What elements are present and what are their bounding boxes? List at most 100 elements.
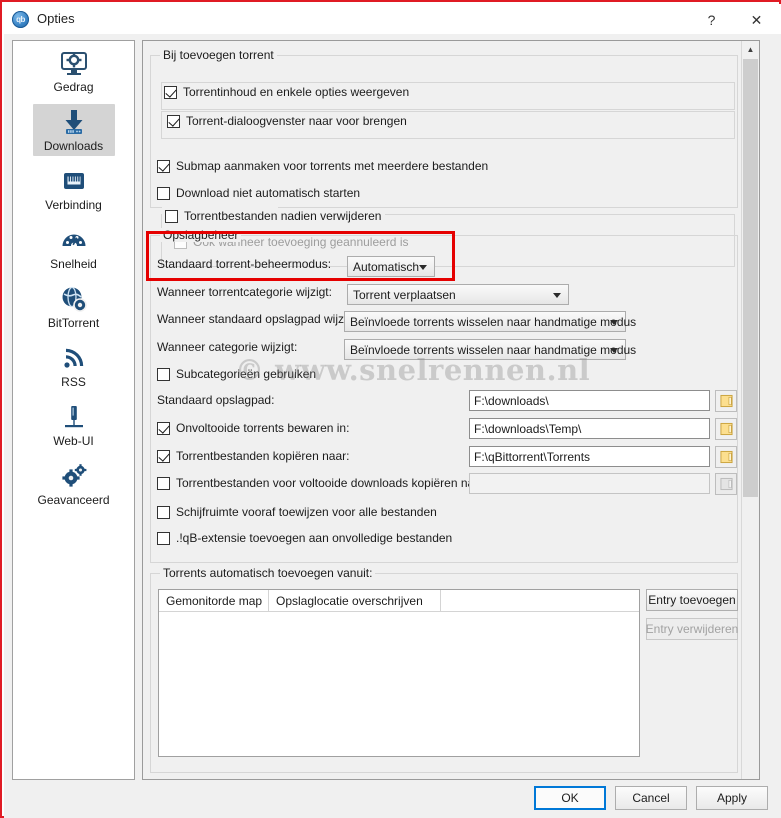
input-default-save-path[interactable]: F:\downloads\ xyxy=(469,390,710,411)
checkbox-row-copy-torrent-files[interactable]: Torrentbestanden kopiëren naar: xyxy=(157,449,349,463)
checkbox-row-preallocate-disk-space[interactable]: Schijfruimte vooraf toewijzen voor alle … xyxy=(157,505,437,519)
browse-default-save-path-button[interactable] xyxy=(715,390,737,412)
title-bar: Opties ? ✕ xyxy=(4,4,781,34)
sidebar-item-web-ui[interactable]: Web-UI xyxy=(13,395,134,454)
browse-copy-finished-torrent-files-path-button xyxy=(715,473,737,495)
qbittorrent-logo-icon xyxy=(12,11,29,28)
checkbox-row-delete-torrent-files[interactable]: Torrentbestanden nadien verwijderen xyxy=(165,208,386,224)
apply-button[interactable]: Apply xyxy=(696,786,768,810)
checkbox-label: Subcategorieën gebruiken xyxy=(176,367,317,381)
label-when-category-changes: Wanneer categorie wijzigt: xyxy=(157,340,297,354)
add-entry-button[interactable]: Entry toevoegen xyxy=(646,589,738,611)
browse-copy-torrent-files-path-button[interactable] xyxy=(715,446,737,468)
label-when-torrent-category-changes: Wanneer torrentcategorie wijzigt: xyxy=(157,285,332,299)
column-header-monitored-folder[interactable]: Gemonitorde map xyxy=(159,590,269,611)
checkbox-create-subfolder[interactable] xyxy=(157,159,170,173)
checkbox-label: Torrentinhoud en enkele opties weergeven xyxy=(183,85,410,99)
cancel-button[interactable]: Cancel xyxy=(615,786,687,810)
sidebar-item-bittorrent[interactable]: BitTorrent xyxy=(13,277,134,336)
checkbox-preallocate-disk-space[interactable] xyxy=(157,505,170,519)
checkbox-dont-start-download[interactable] xyxy=(157,186,170,200)
ok-button[interactable]: OK xyxy=(534,786,606,810)
column-header-spacer xyxy=(441,590,639,611)
vertical-scrollbar[interactable]: ▲ xyxy=(741,41,759,779)
field-label: Wanneer standaard opslagpad wijzigt: xyxy=(157,312,361,326)
field-label: Standaard torrent-beheermodus: xyxy=(157,257,332,271)
checkbox-row-append-qb-extension[interactable]: .!qB-extensie toevoegen aan onvolledige … xyxy=(157,531,452,545)
checkbox-append-qb-extension[interactable] xyxy=(157,531,170,545)
dropdown-value: Beïnvloede torrents wisselen naar handma… xyxy=(350,342,637,357)
download-arrow-icon xyxy=(59,107,89,137)
checkbox-row-use-subcategories[interactable]: Subcategorieën gebruiken xyxy=(157,367,316,381)
watch-folder-group-title: Torrents automatisch toevoegen vanuit: xyxy=(160,566,376,580)
watch-folder-table-header: Gemonitorde map Opslaglocatie overschrij… xyxy=(159,590,639,612)
sidebar-item-rss[interactable]: RSS xyxy=(13,336,134,395)
storage-management-group-title: Opslagbeheer xyxy=(160,228,242,242)
checkbox-show-torrent-content[interactable] xyxy=(164,85,177,99)
scroll-up-arrow-icon[interactable]: ▲ xyxy=(742,41,759,58)
checkbox-copy-finished-torrent-files[interactable] xyxy=(157,476,170,490)
gears-icon xyxy=(59,461,89,491)
dropdown-when-torrent-category-changes[interactable]: Torrent verplaatsen xyxy=(347,284,569,305)
sidebar-item-snelheid[interactable]: Snelheid xyxy=(13,218,134,277)
help-button[interactable]: ? xyxy=(689,6,734,34)
add-torrent-group-title: Bij toevoegen torrent xyxy=(160,48,277,62)
field-label: Standaard opslagpad: xyxy=(157,393,275,407)
checkbox-label: Submap aanmaken voor torrents met meerde… xyxy=(176,159,489,173)
watch-folder-table[interactable]: Gemonitorde map Opslaglocatie overschrij… xyxy=(158,589,640,757)
sidebar-item-label: Web-UI xyxy=(53,434,94,448)
sidebar-item-label: Gedrag xyxy=(53,80,94,94)
checkbox-row-copy-finished-torrent-files[interactable]: Torrentbestanden voor voltooide download… xyxy=(157,476,488,490)
checkbox-row-keep-incomplete-torrents[interactable]: Onvoltooide torrents bewaren in: xyxy=(157,421,349,435)
checkbox-copy-torrent-files[interactable] xyxy=(157,449,170,463)
checkbox-keep-incomplete-torrents[interactable] xyxy=(157,421,170,435)
checkbox-row-bring-dialog-to-front[interactable]: Torrent-dialoogvenster naar voor brengen xyxy=(167,114,407,128)
close-icon[interactable]: ✕ xyxy=(734,6,779,34)
chevron-down-icon xyxy=(610,347,618,353)
settings-sidebar: Gedrag Downloads Verbinding Snelheid Bit… xyxy=(12,40,135,780)
downloads-settings-panel: Bij toevoegen torrent Torrentinhoud en e… xyxy=(142,40,760,780)
checkbox-label: .!qB-extensie toevoegen aan onvolledige … xyxy=(176,531,453,545)
sidebar-item-verbinding[interactable]: Verbinding xyxy=(13,159,134,218)
sidebar-item-geavanceerd[interactable]: Geavanceerd xyxy=(13,454,134,513)
window-title: Opties xyxy=(37,11,75,26)
folder-icon xyxy=(719,477,733,491)
chevron-down-icon xyxy=(419,264,427,270)
checkbox-label: Torrentbestanden nadien verwijderen xyxy=(184,209,382,223)
dropdown-default-torrent-management-mode[interactable]: Automatisch xyxy=(347,256,435,277)
sidebar-item-label: Geavanceerd xyxy=(37,493,110,507)
web-ui-icon xyxy=(59,402,89,432)
globe-gear-icon xyxy=(59,284,89,314)
checkbox-label: Onvoltooide torrents bewaren in: xyxy=(176,421,350,435)
folder-icon xyxy=(719,422,733,436)
checkbox-label: Torrentbestanden kopiëren naar: xyxy=(176,449,350,463)
dropdown-value: Automatisch xyxy=(353,259,420,274)
scrollbar-thumb[interactable] xyxy=(743,59,758,497)
checkbox-use-subcategories[interactable] xyxy=(157,367,170,381)
checkbox-row-show-torrent-content[interactable]: Torrentinhoud en enkele opties weergeven xyxy=(164,85,409,99)
checkbox-label: Torrent-dialoogvenster naar voor brengen xyxy=(186,114,407,128)
checkbox-bring-dialog-to-front[interactable] xyxy=(167,114,180,128)
network-port-icon xyxy=(59,166,89,196)
rss-feed-icon xyxy=(59,343,89,373)
dropdown-when-default-save-path-changes[interactable]: Beïnvloede torrents wisselen naar handma… xyxy=(344,311,636,332)
dropdown-value: Beïnvloede torrents wisselen naar handma… xyxy=(350,314,637,329)
browse-incomplete-torrents-path-button[interactable] xyxy=(715,418,737,440)
checkbox-row-dont-start-download[interactable]: Download niet automatisch starten xyxy=(157,186,360,200)
label-when-default-save-path-changes: Wanneer standaard opslagpad wijzigt: xyxy=(157,312,360,326)
column-header-override-save-location[interactable]: Opslaglocatie overschrijven xyxy=(269,590,441,611)
checkbox-row-create-subfolder[interactable]: Submap aanmaken voor torrents met meerde… xyxy=(157,159,488,173)
checkbox-delete-torrent-files[interactable] xyxy=(165,209,178,223)
input-copy-torrent-files-path[interactable]: F:\qBittorrent\Torrents xyxy=(469,446,710,467)
options-dialog-window: Opties ? ✕ xyxy=(0,0,781,818)
sidebar-item-downloads[interactable]: Downloads xyxy=(13,100,134,159)
settings-scroll-content: Bij toevoegen torrent Torrentinhoud en e… xyxy=(143,41,743,779)
sidebar-item-label: RSS xyxy=(61,375,86,389)
field-label: Wanneer torrentcategorie wijzigt: xyxy=(157,285,332,299)
sidebar-item-gedrag[interactable]: Gedrag xyxy=(13,41,134,100)
remove-entry-button: Entry verwijderen xyxy=(646,618,738,640)
checkbox-label: Download niet automatisch starten xyxy=(176,186,361,200)
input-incomplete-torrents-path[interactable]: F:\downloads\Temp\ xyxy=(469,418,710,439)
dropdown-when-category-changes[interactable]: Beïnvloede torrents wisselen naar handma… xyxy=(344,339,636,360)
folder-icon xyxy=(719,450,733,464)
